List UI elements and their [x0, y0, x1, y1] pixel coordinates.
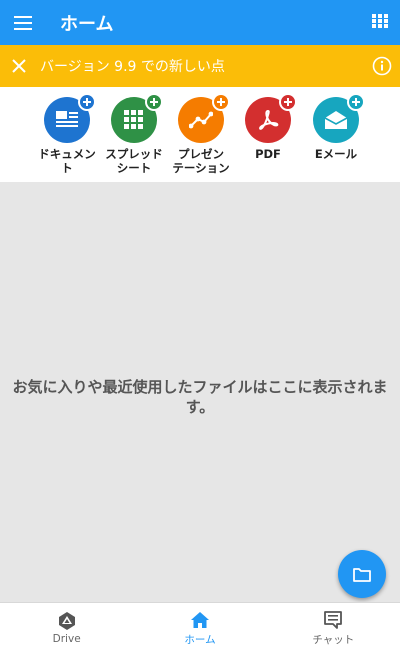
create-pdf-button[interactable]: PDF [230, 93, 306, 161]
menu-button[interactable] [0, 0, 46, 45]
empty-state-message: お気に入りや最近使用したファイルはここに表示されます。 [12, 378, 388, 416]
close-icon [12, 59, 26, 73]
open-folder-fab[interactable] [338, 550, 386, 598]
create-document-label: ドキュメント [38, 147, 96, 175]
create-presentation-label: プレゼン テーション [172, 147, 230, 175]
chat-icon [324, 610, 343, 629]
create-email-label: Eメール [314, 147, 358, 161]
create-spreadsheet-label: スプレッド シート [105, 147, 163, 175]
nav-chat[interactable]: チャット [267, 603, 400, 651]
create-spreadsheet-circle [111, 93, 163, 143]
folder-icon [353, 567, 371, 582]
plus-badge-icon [212, 93, 230, 111]
whats-new-banner[interactable]: バージョン 9.9 での新しい点 [0, 45, 400, 87]
plus-badge-icon [78, 93, 96, 111]
plus-badge-icon [279, 93, 297, 111]
create-pdf-label: PDF [255, 147, 281, 161]
drive-icon [58, 612, 75, 630]
nav-chat-label: チャット [312, 633, 355, 646]
spreadsheet-icon [124, 110, 143, 129]
plus-badge-icon [145, 93, 163, 111]
create-document-circle [44, 93, 96, 143]
banner-text: バージョン 9.9 での新しい点 [40, 59, 225, 75]
app-bar: ホーム [0, 0, 400, 45]
create-email-circle [313, 93, 365, 143]
banner-close-button[interactable] [0, 45, 38, 87]
apps-grid-icon [372, 14, 388, 28]
email-icon [324, 111, 348, 129]
banner-info-button[interactable] [372, 56, 392, 76]
apps-button[interactable] [372, 13, 390, 31]
nav-home[interactable]: ホーム [133, 603, 266, 651]
nav-drive[interactable]: Drive [0, 603, 133, 651]
home-icon [190, 611, 209, 628]
create-presentation-circle [178, 93, 230, 143]
info-icon [372, 56, 392, 76]
create-pdf-circle [245, 93, 297, 143]
nav-drive-label: Drive [52, 633, 81, 645]
create-spreadsheet-button[interactable]: スプレッド シート [96, 93, 172, 175]
create-document-button[interactable]: ドキュメント [29, 93, 105, 175]
page-title: ホーム [60, 13, 114, 35]
presentation-icon [189, 111, 213, 129]
menu-icon [14, 15, 32, 30]
bottom-navigation: Drive ホーム チャット [0, 602, 400, 651]
nav-home-label: ホーム [184, 633, 216, 646]
create-presentation-button[interactable]: プレゼン テーション [163, 93, 239, 175]
create-new-row: ドキュメント スプレッド シート プレゼン テーション PDF Eメール [0, 87, 400, 182]
plus-badge-icon [347, 93, 365, 111]
pdf-icon [259, 110, 279, 130]
create-email-button[interactable]: Eメール [298, 93, 374, 161]
document-icon [56, 111, 78, 127]
